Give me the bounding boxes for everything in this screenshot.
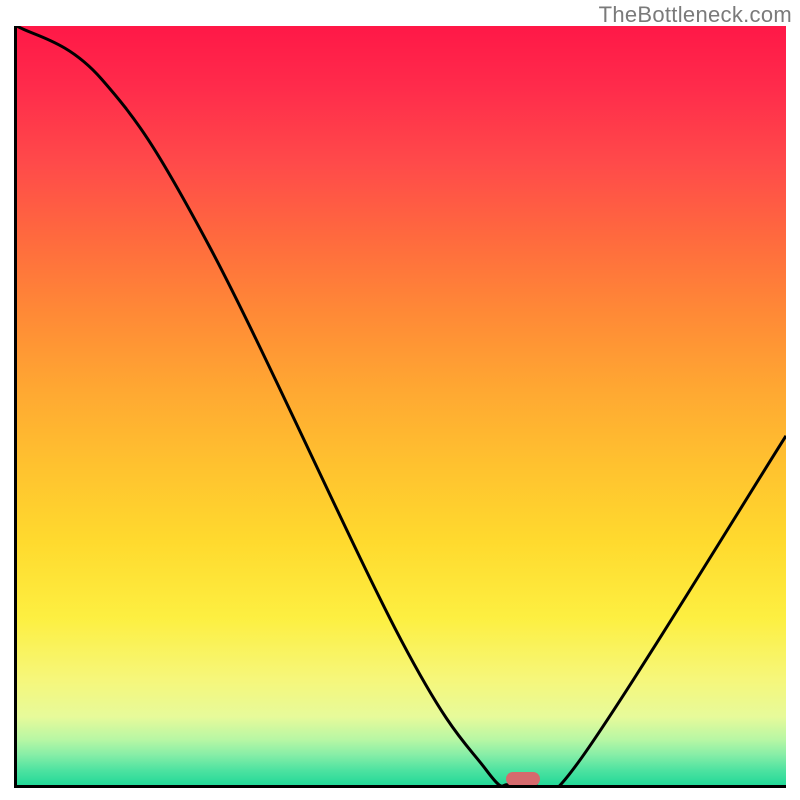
plot-area: [14, 26, 786, 788]
series-line: [17, 26, 786, 785]
series-path: [17, 26, 786, 785]
chart-container: TheBottleneck.com: [0, 0, 800, 800]
watermark-text: TheBottleneck.com: [599, 2, 792, 28]
minimum-marker: [506, 772, 540, 786]
